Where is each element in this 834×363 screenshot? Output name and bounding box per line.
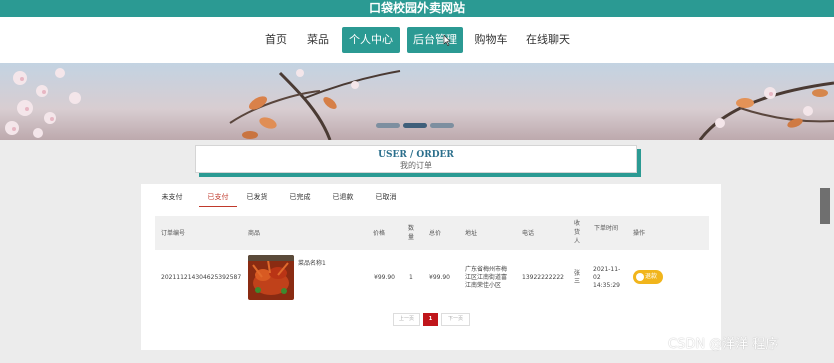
next-page-button[interactable]: 下一页 bbox=[441, 313, 470, 326]
nav-cart[interactable]: 购物车 bbox=[470, 27, 512, 53]
product-name: 菜品名称1 bbox=[298, 260, 326, 267]
order-time-value: 2021-11-02 14:35:29 bbox=[593, 266, 621, 289]
receiver-value: 张三 bbox=[574, 270, 581, 285]
site-title: 口袋校园外卖网站 bbox=[0, 0, 834, 17]
nav-admin[interactable]: 后台管理 bbox=[407, 27, 463, 53]
tab-refunded[interactable]: 已退款 bbox=[332, 191, 354, 207]
tab-completed[interactable]: 已完成 bbox=[289, 191, 311, 207]
banner-carousel-dots bbox=[376, 123, 456, 130]
section-title-en: USER / ORDER bbox=[378, 150, 454, 160]
tab-cancelled[interactable]: 已取消 bbox=[375, 191, 397, 207]
main-nav: 首页 菜品 个人中心 后台管理 购物车 在线聊天 bbox=[0, 17, 834, 63]
th-price: 价格 bbox=[373, 230, 386, 237]
carousel-dot-1[interactable] bbox=[376, 123, 400, 128]
th-order-no: 订单编号 bbox=[161, 230, 186, 237]
order-panel: 未支付 已支付 已发货 已完成 已退款 已取消 订单编号 商品 价格 数量 总价… bbox=[141, 184, 721, 350]
scrollbar-thumb[interactable] bbox=[820, 188, 830, 224]
th-total: 总价 bbox=[429, 230, 442, 237]
section-heading: USER / ORDER 我的订单 bbox=[195, 145, 637, 173]
tab-paid[interactable]: 已支付 bbox=[199, 191, 237, 207]
current-page[interactable]: 1 bbox=[423, 313, 438, 326]
th-product: 商品 bbox=[248, 230, 261, 237]
prev-page-button[interactable]: 上一页 bbox=[393, 313, 420, 326]
carousel-dot-2[interactable] bbox=[403, 123, 427, 128]
nav-chat[interactable]: 在线聊天 bbox=[522, 27, 574, 53]
mouse-pointer-icon bbox=[443, 35, 451, 46]
tab-shipped[interactable]: 已发货 bbox=[246, 191, 268, 207]
th-qty: 数量 bbox=[408, 225, 415, 241]
refund-button[interactable]: 退款 bbox=[633, 270, 663, 284]
section-title-cn: 我的订单 bbox=[400, 161, 432, 170]
th-action: 操作 bbox=[633, 230, 646, 237]
carousel-dot-3[interactable] bbox=[430, 123, 454, 128]
phone-value: 13922222222 bbox=[522, 274, 564, 281]
th-order-time: 下单时间 bbox=[594, 225, 619, 232]
qty-value: 1 bbox=[409, 274, 413, 281]
th-address: 地址 bbox=[465, 230, 478, 237]
th-phone: 电话 bbox=[522, 230, 535, 237]
table-header: 订单编号 商品 价格 数量 总价 地址 电话 收货人 下单时间 操作 bbox=[155, 216, 709, 250]
price-value: ¥99.90 bbox=[374, 274, 395, 281]
total-value: ¥99.90 bbox=[429, 274, 450, 281]
dish-image[interactable] bbox=[248, 255, 294, 300]
order-number: 202111214304625392587 bbox=[161, 274, 242, 281]
nav-dishes[interactable]: 菜品 bbox=[298, 27, 338, 53]
tab-unpaid[interactable]: 未支付 bbox=[161, 191, 183, 207]
th-receiver: 收货人 bbox=[574, 220, 581, 245]
nav-home[interactable]: 首页 bbox=[256, 27, 296, 53]
csdn-watermark: CSDN @洋洋 程序 bbox=[668, 337, 779, 352]
nav-user-center[interactable]: 个人中心 bbox=[342, 27, 400, 53]
address-value: 广东省梅州市梅江区江南街道富江南荣佳小区 bbox=[465, 266, 508, 289]
refund-label: 退款 bbox=[644, 273, 657, 280]
refund-icon bbox=[636, 273, 644, 281]
